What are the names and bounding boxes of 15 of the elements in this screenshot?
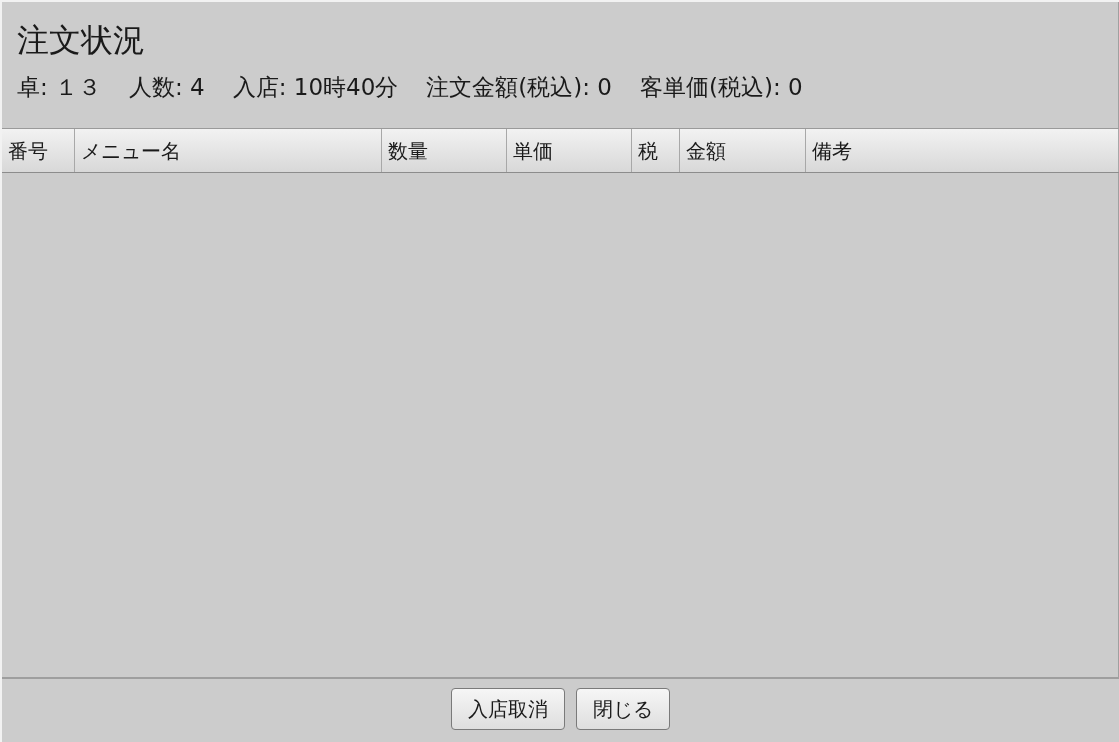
column-header[interactable]: 金額 [680,129,806,172]
column-header[interactable]: 税 [632,129,680,172]
action-button[interactable]: 閉じる [576,687,670,730]
info-label: 客単価(税込): 0 [640,73,803,102]
info-label: 人数: 4 [129,73,205,102]
column-header[interactable]: 番号 [2,129,75,172]
window-title: 注文状況 [17,21,145,59]
column-header[interactable]: メニュー名 [75,129,382,172]
column-header[interactable]: 備考 [806,129,1119,172]
info-label: 卓: １３ [17,73,102,102]
action-button[interactable]: 入店取消 [451,687,565,730]
info-label: 入店: 10時40分 [232,73,399,102]
column-header[interactable]: 単価 [507,129,632,172]
info-label: 注文金額(税込): 0 [426,73,612,102]
column-header[interactable]: 数量 [382,129,507,172]
